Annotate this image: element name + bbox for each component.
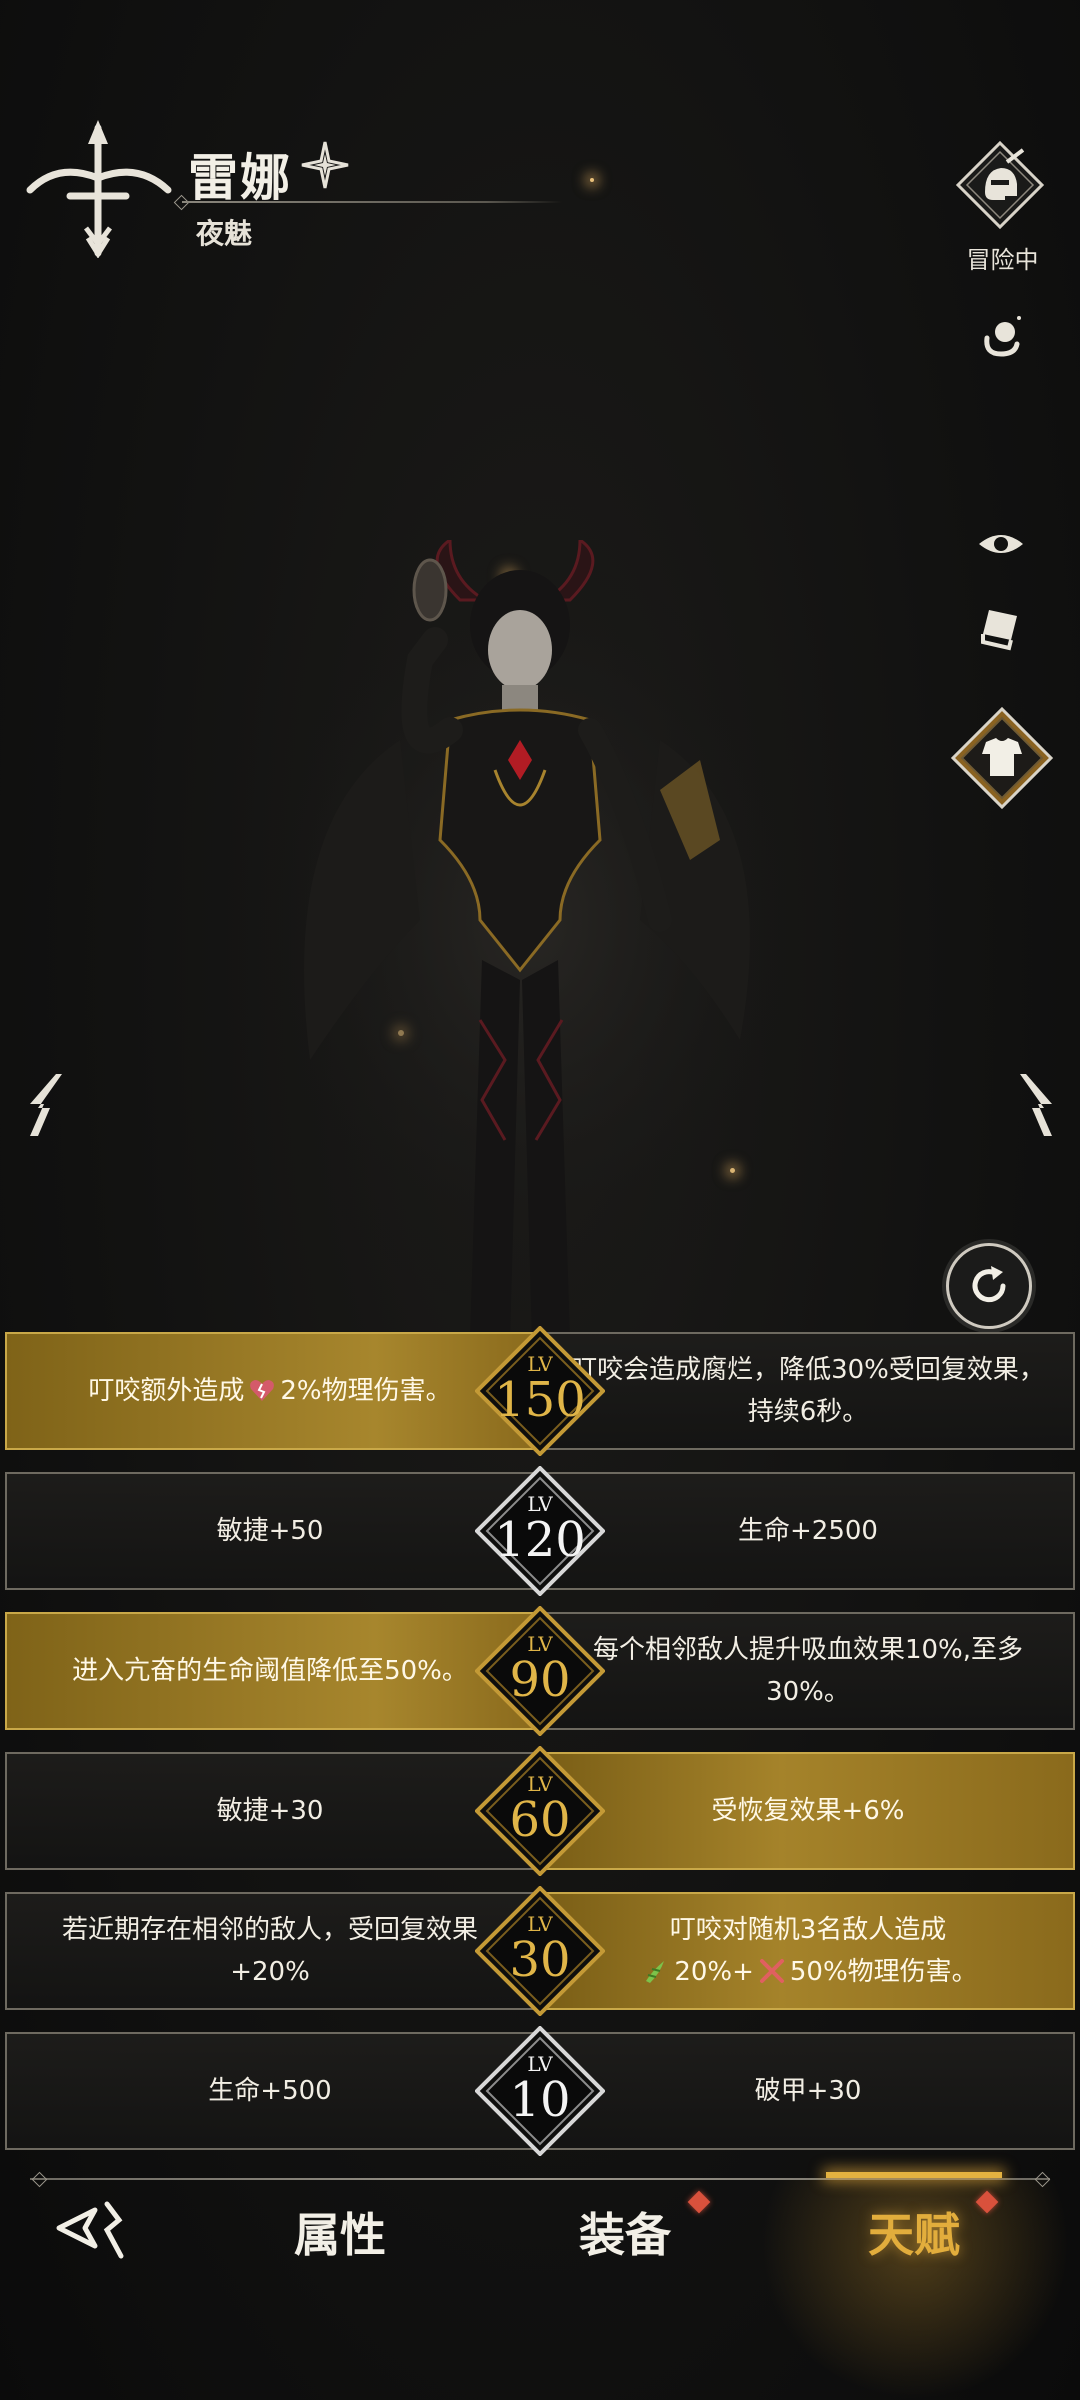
talent-row-lv120: 敏捷+50 生命+2500 LV 120: [5, 1466, 1075, 1596]
talent-text-part: 2%物理伤害。: [280, 1376, 452, 1406]
talent-left-text: 进入亢奋的生命阈值降低至50%。: [72, 1656, 468, 1686]
talent-left-text: 生命+500: [208, 2076, 332, 2106]
talent-option-left[interactable]: 若近期存在相邻的敌人，受回复效果+20%: [5, 1892, 535, 2010]
level-number: 60: [509, 1792, 571, 1848]
talent-right-text: 生命+2500: [738, 1516, 878, 1546]
title-divider: [182, 201, 562, 203]
red-swords-icon: [759, 1959, 784, 1983]
level-badge-30: LV 30: [475, 1886, 605, 2016]
talent-option-left[interactable]: 敏捷+30: [5, 1752, 535, 1870]
outfit-skin-button[interactable]: [950, 706, 1054, 810]
tab-bar-divider: [30, 2178, 1050, 2180]
adventure-status-label: 冒险中: [966, 246, 1039, 274]
archer-class-emblem-icon: [26, 120, 172, 258]
hero-title: 夜魅: [196, 217, 253, 250]
back-button[interactable]: [55, 2198, 135, 2262]
active-tab-indicator: [826, 2172, 1002, 2178]
talent-right-text: 受恢复效果+6%: [711, 1796, 905, 1826]
adventure-status-button[interactable]: [955, 140, 1045, 230]
talent-text-part: 50%物理伤害。: [789, 1957, 978, 1987]
next-hero-arrow[interactable]: [1018, 1070, 1062, 1140]
talent-right-text: 破甲+30: [754, 2076, 862, 2106]
previous-hero-arrow[interactable]: [20, 1070, 64, 1140]
talent-option-left[interactable]: 进入亢奋的生命阈值降低至50%。: [5, 1612, 535, 1730]
tab-attributes[interactable]: 属性: [250, 2200, 430, 2270]
talent-row-lv90: 进入亢奋的生命阈值降低至50%。 每个相邻敌人提升吸血效果10%,至多30%。 …: [5, 1606, 1075, 1736]
level-number: 120: [494, 1512, 586, 1568]
talent-option-right[interactable]: 每个相邻敌人提升吸血效果10%,至多30%。: [541, 1612, 1075, 1730]
talent-option-right[interactable]: 叮咬会造成腐烂，降低30%受回复效果，持续6秒。: [541, 1332, 1075, 1450]
talent-text-part: 20%+: [674, 1957, 754, 1987]
talent-option-right[interactable]: 破甲+30: [541, 2032, 1075, 2150]
talent-option-right[interactable]: 受恢复效果+6%: [541, 1752, 1075, 1870]
level-number: 30: [509, 1932, 571, 1988]
tab-talents[interactable]: 天赋: [824, 2200, 1004, 2270]
talent-left-text: 叮咬额外造成 2%物理伤害。: [88, 1370, 451, 1412]
level-badge-150: LV 150: [475, 1326, 605, 1456]
talent-option-right[interactable]: 叮咬对随机3名敌人造成 20%+ 50%物理伤害。: [541, 1892, 1075, 2010]
voice-chat-icon[interactable]: [975, 312, 1027, 364]
talent-text-part: 叮咬对随机3名敌人造成: [669, 1915, 947, 1945]
talent-row-lv150: 叮咬额外造成 2%物理伤害。 叮咬会造成腐烂，降低30%受回复效果，持续6秒。 L…: [5, 1326, 1075, 1456]
level-badge-60: LV 60: [475, 1746, 605, 1876]
talent-option-left[interactable]: 生命+500: [5, 2032, 535, 2150]
tab-bar-divider-cap: [31, 2171, 48, 2188]
rarity-star-icon: [301, 141, 349, 189]
refresh-icon: [972, 1266, 1006, 1303]
talent-text-part: 叮咬额外造成: [88, 1376, 245, 1406]
talent-option-left[interactable]: 敏捷+50: [5, 1472, 535, 1590]
talent-option-left[interactable]: 叮咬额外造成 2%物理伤害。: [5, 1332, 535, 1450]
broken-heart-icon: [250, 1380, 275, 1401]
level-badge-120: LV 120: [475, 1466, 605, 1596]
level-number: 10: [509, 2072, 571, 2128]
level-badge-10: LV 10: [475, 2026, 605, 2156]
talent-right-text: 叮咬对随机3名敌人造成 20%+ 50%物理伤害。: [638, 1909, 978, 1993]
level-number: 150: [494, 1372, 586, 1428]
green-vine-icon: [646, 1961, 665, 1983]
talent-right-text: 每个相邻敌人提升吸血效果10%,至多30%。: [592, 1635, 1024, 1707]
story-book-icon[interactable]: [975, 602, 1027, 654]
ember-particle: [590, 178, 594, 182]
talent-left-text: 敏捷+50: [216, 1516, 324, 1546]
reset-rotation-button[interactable]: [946, 1243, 1032, 1329]
hero-character-model: [230, 540, 830, 1360]
talent-row-lv30: 若近期存在相邻的敌人，受回复效果+20% 叮咬对随机3名敌人造成 20%+ 50%…: [5, 1886, 1075, 2016]
tab-equipment[interactable]: 装备: [535, 2200, 715, 2270]
talent-option-right[interactable]: 生命+2500: [541, 1472, 1075, 1590]
eye-view-icon[interactable]: [975, 518, 1027, 570]
talent-row-lv10: 生命+500 破甲+30 LV 10: [5, 2026, 1075, 2156]
talent-right-text: 叮咬会造成腐烂，降低30%受回复效果，持续6秒。: [571, 1355, 1045, 1427]
talent-row-lv60: 敏捷+30 受恢复效果+6% LV 60: [5, 1746, 1075, 1876]
level-number: 90: [509, 1652, 571, 1708]
talent-left-text: 敏捷+30: [216, 1796, 324, 1826]
level-badge-90: LV 90: [475, 1606, 605, 1736]
talent-left-text: 若近期存在相邻的敌人，受回复效果+20%: [61, 1915, 478, 1987]
hero-name: 雷娜: [188, 148, 292, 207]
